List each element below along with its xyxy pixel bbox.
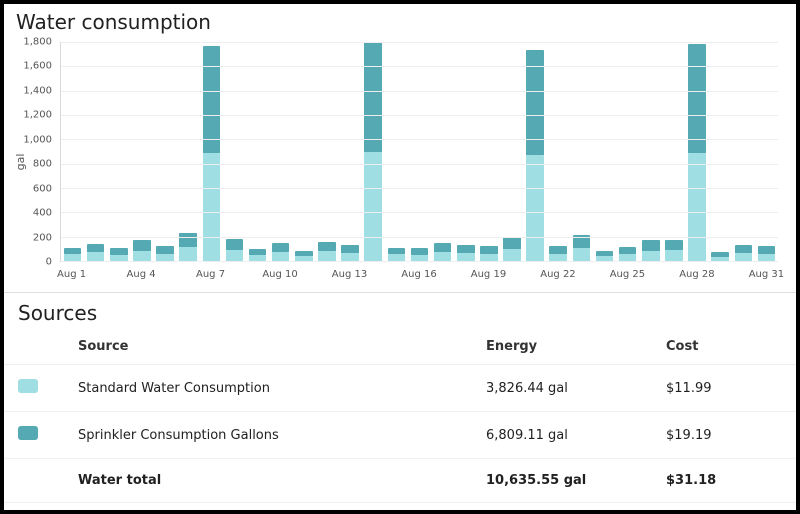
col-energy: Energy: [476, 329, 656, 365]
y-tick: 400: [33, 208, 52, 219]
source-name: Sprinkler Consumption Gallons: [68, 412, 476, 459]
bar-group: [64, 248, 82, 261]
bar-group: [596, 251, 614, 261]
table-row-total: Water total10,635.55 gal$31.18: [4, 459, 796, 503]
bar-group: [133, 240, 151, 261]
legend-swatch: [18, 379, 38, 393]
bar-group: [642, 240, 660, 261]
col-source: Source: [68, 329, 476, 365]
bar-group: [758, 246, 776, 261]
chart-plot-area: [60, 42, 778, 262]
bar-group: [249, 249, 267, 261]
water-consumption-chart: gal 02004006008001,0001,2001,4001,6001,8…: [10, 38, 786, 286]
y-axis-ticks: 02004006008001,0001,2001,4001,6001,800: [10, 42, 56, 262]
x-tick: Aug 10: [262, 269, 297, 280]
total-cost: $31.18: [656, 459, 796, 503]
x-tick: Aug 16: [401, 269, 436, 280]
y-tick: 1,000: [23, 134, 52, 145]
y-tick: 1,600: [23, 61, 52, 72]
y-tick: 1,800: [23, 37, 52, 48]
bar-group: [364, 42, 382, 261]
x-tick: Aug 25: [610, 269, 645, 280]
x-tick: Aug 7: [196, 269, 225, 280]
x-tick: Aug 13: [332, 269, 367, 280]
bar-group: [295, 251, 313, 261]
bar-group: [688, 44, 706, 261]
sources-title: Sources: [4, 293, 796, 329]
sources-table: Source Energy Cost Standard Water Consum…: [4, 329, 796, 503]
y-tick: 200: [33, 232, 52, 243]
source-name: Standard Water Consumption: [68, 365, 476, 412]
bar-group: [87, 244, 105, 261]
bar-group: [526, 50, 544, 261]
x-tick: Aug 31: [749, 269, 784, 280]
chart-bars: [61, 42, 778, 261]
bar-group: [110, 248, 128, 261]
sources-section: Sources Source Energy Cost Standard Wate…: [4, 292, 796, 503]
x-tick: Aug 4: [127, 269, 156, 280]
total-label: Water total: [68, 459, 476, 503]
bar-group: [711, 252, 729, 261]
col-cost: Cost: [656, 329, 796, 365]
bar-group: [480, 246, 498, 261]
table-row: Sprinkler Consumption Gallons6,809.11 ga…: [4, 412, 796, 459]
page-title: Water consumption: [4, 4, 796, 38]
total-energy: 10,635.55 gal: [476, 459, 656, 503]
bar-group: [434, 243, 452, 261]
bar-group: [549, 246, 567, 261]
bar-group: [619, 247, 637, 261]
source-energy: 6,809.11 gal: [476, 412, 656, 459]
bar-group: [735, 245, 753, 261]
bar-group: [573, 235, 591, 261]
x-tick: Aug 22: [540, 269, 575, 280]
bar-group: [156, 246, 174, 261]
legend-swatch: [18, 426, 38, 440]
bar-group: [503, 237, 521, 261]
source-energy: 3,826.44 gal: [476, 365, 656, 412]
y-tick: 1,400: [23, 85, 52, 96]
bar-group: [318, 242, 336, 261]
source-cost: $19.19: [656, 412, 796, 459]
y-tick: 600: [33, 183, 52, 194]
bar-group: [203, 46, 221, 261]
bar-group: [457, 245, 475, 261]
bar-group: [341, 245, 359, 261]
x-tick: Aug 19: [471, 269, 506, 280]
y-tick: 800: [33, 159, 52, 170]
source-cost: $11.99: [656, 365, 796, 412]
x-tick: Aug 28: [679, 269, 714, 280]
bar-group: [411, 248, 429, 261]
dashboard-frame: { "title": "Water consumption", "chart_d…: [0, 0, 800, 514]
y-tick: 0: [46, 257, 52, 268]
x-axis-ticks: Aug 1 Aug 4 Aug 7 Aug 10 Aug 13 Aug 16 Aug 19 A…: [60, 266, 778, 286]
x-tick: Aug 1: [57, 269, 86, 280]
bar-group: [226, 239, 244, 261]
bar-group: [272, 243, 290, 261]
table-row: Standard Water Consumption3,826.44 gal$1…: [4, 365, 796, 412]
bar-group: [388, 248, 406, 261]
y-tick: 1,200: [23, 110, 52, 121]
bar-group: [665, 240, 683, 261]
